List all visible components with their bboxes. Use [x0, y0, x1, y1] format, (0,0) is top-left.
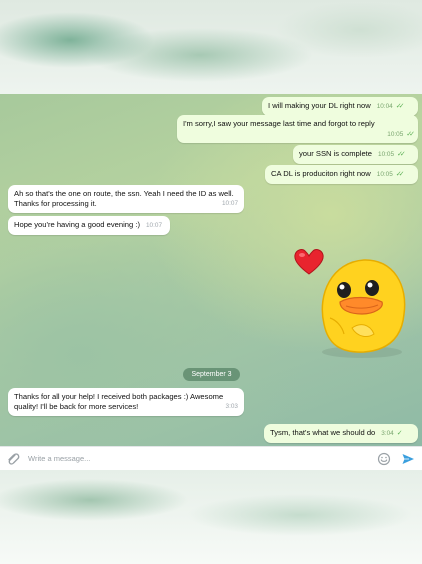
- double-check-icon: ✓✓: [406, 131, 415, 138]
- message-text: I'm sorry,I saw your message last time a…: [183, 119, 375, 128]
- paperclip-icon[interactable]: [6, 451, 20, 467]
- double-check-icon: ✓✓: [397, 151, 406, 158]
- message-text: your SSN is complete: [299, 149, 373, 158]
- message-input[interactable]: Write a message...: [28, 454, 90, 463]
- message-text-line2: Thanks for processing it.: [14, 199, 97, 208]
- message-time: 10:05: [387, 131, 404, 138]
- message-text: CA DL is produciton right now: [271, 169, 371, 178]
- message-time: 10:05: [378, 151, 395, 158]
- message-composer: Write a message...: [0, 446, 422, 471]
- message-text-line1: Ah so that's the one on route, the ssn. …: [14, 189, 234, 198]
- message-time: 10:07: [222, 200, 238, 207]
- outgoing-message[interactable]: CA DL is produciton right now 10:05 ✓✓: [265, 165, 418, 184]
- outgoing-message[interactable]: your SSN is complete 10:05 ✓✓: [293, 145, 418, 164]
- smiley-icon[interactable]: [377, 452, 391, 466]
- message-text: I will making your DL right now: [268, 101, 371, 110]
- message-time: 10:07: [146, 222, 162, 229]
- incoming-message[interactable]: Thanks for all your help! I received bot…: [8, 388, 244, 416]
- incoming-message[interactable]: Hope you're having a good evening :) 10:0…: [8, 216, 170, 235]
- message-time: 10:05: [376, 171, 393, 178]
- double-check-icon: ✓✓: [395, 103, 405, 110]
- message-text-line2: quality! I'll be back for more services!: [14, 402, 139, 411]
- blurred-background-bottom: [0, 470, 422, 564]
- double-check-icon: ✓✓: [395, 171, 405, 178]
- send-arrow-icon[interactable]: [401, 452, 415, 466]
- date-separator: September 3: [183, 368, 240, 381]
- message-time: 3:04: [381, 430, 394, 437]
- chat-history[interactable]: I will making your DL right now 10:04 ✓✓ I…: [0, 94, 422, 446]
- outgoing-message[interactable]: I'm sorry,I saw your message last time a…: [177, 115, 418, 143]
- message-text-line1: Thanks for all your help! I received bot…: [14, 392, 224, 401]
- blurred-background-top: [0, 0, 422, 94]
- incoming-message[interactable]: Ah so that's the one on route, the ssn. …: [8, 185, 244, 213]
- outgoing-message[interactable]: I will making your DL right now 10:04 ✓✓: [262, 97, 418, 116]
- message-text: Hope you're having a good evening :): [14, 220, 140, 229]
- check-icon: ✓: [396, 430, 403, 437]
- duck-sticker[interactable]: [312, 254, 412, 360]
- message-time: 3:03: [225, 403, 238, 410]
- message-text: Tysm, that's what we should do: [270, 428, 376, 437]
- message-time: 10:04: [376, 103, 393, 110]
- outgoing-message[interactable]: Tysm, that's what we should do 3:04 ✓: [264, 424, 418, 443]
